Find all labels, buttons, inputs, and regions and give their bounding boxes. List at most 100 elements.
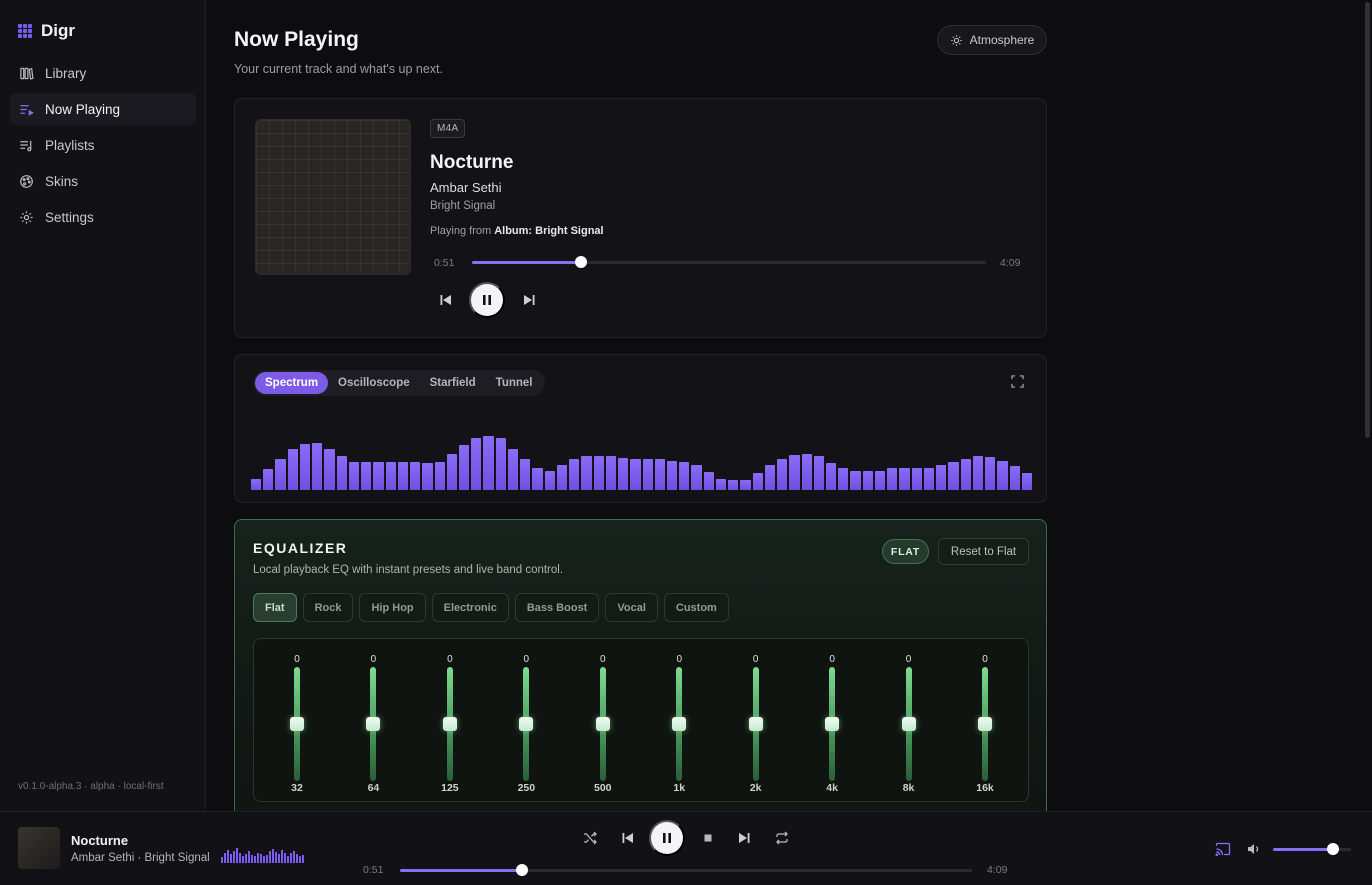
seek-bar-thumb[interactable] bbox=[575, 256, 588, 268]
eq-band-thumb[interactable] bbox=[519, 717, 534, 731]
visualizer-tabs: Spectrum Oscilloscope Starfield Tunnel bbox=[253, 370, 545, 396]
spectrum-bar bbox=[997, 460, 1008, 490]
eq-band-frequency: 1k bbox=[673, 782, 686, 794]
sidebar-item-library[interactable]: Library bbox=[10, 57, 196, 89]
skip-previous-icon[interactable] bbox=[620, 830, 636, 846]
eq-band-thumb[interactable] bbox=[901, 717, 916, 731]
volume-slider[interactable] bbox=[1273, 843, 1351, 855]
pause-button[interactable] bbox=[469, 282, 505, 318]
preset-vocal[interactable]: Vocal bbox=[605, 593, 658, 622]
spectrum-bar bbox=[826, 463, 837, 490]
preset-electronic[interactable]: Electronic bbox=[431, 593, 509, 622]
waveform-bar bbox=[302, 854, 304, 863]
tab-tunnel[interactable]: Tunnel bbox=[486, 372, 543, 394]
volume-thumb[interactable] bbox=[1327, 843, 1340, 855]
spectrum-bar bbox=[911, 467, 922, 490]
eq-band-thumb[interactable] bbox=[672, 717, 687, 731]
waveform-bar bbox=[227, 849, 229, 863]
eq-band-thumb[interactable] bbox=[442, 717, 457, 731]
eq-bands: 0 32 0 64 0 125 0 250 0 500 0 1k 0 2k 0 4k 0 8k 0 16k bbox=[253, 638, 1029, 802]
eq-band-thumb[interactable] bbox=[748, 717, 763, 731]
spectrum-bar bbox=[458, 445, 470, 490]
sidebar-nav: Library Now Playing Playlists Skins Sett… bbox=[10, 57, 196, 237]
eq-band-gain: 0 bbox=[599, 654, 606, 665]
spectrum-bar bbox=[654, 459, 665, 490]
tab-oscilloscope[interactable]: Oscilloscope bbox=[328, 372, 420, 394]
eq-band-thumb[interactable] bbox=[290, 717, 304, 731]
eq-band-frequency: 250 bbox=[517, 782, 536, 794]
reset-to-flat-button[interactable]: Reset to Flat bbox=[938, 538, 1029, 565]
waveform-bar bbox=[284, 852, 286, 863]
eq-band-frequency: 500 bbox=[594, 782, 612, 794]
tab-spectrum[interactable]: Spectrum bbox=[255, 372, 329, 394]
spectrum-bar bbox=[666, 460, 678, 490]
eq-band-64: 0 64 bbox=[353, 639, 393, 803]
preset-hip-hop[interactable]: Hip Hop bbox=[359, 593, 426, 622]
eq-band-thumb[interactable] bbox=[825, 717, 840, 731]
eq-band-gain: 0 bbox=[752, 654, 759, 665]
waveform-bar bbox=[269, 851, 271, 863]
eq-band-frequency: 2k bbox=[749, 782, 762, 794]
eq-band-thumb[interactable] bbox=[978, 717, 992, 731]
shuffle-icon[interactable] bbox=[582, 830, 598, 846]
spectrum-bar bbox=[985, 457, 996, 490]
playing-from-source[interactable]: Album: Bright Signal bbox=[494, 225, 603, 237]
skins-icon bbox=[20, 174, 33, 188]
atmosphere-button[interactable]: Atmosphere bbox=[937, 25, 1047, 55]
eq-band-gain: 0 bbox=[370, 654, 377, 665]
waveform-bar bbox=[257, 852, 259, 863]
mini-waveform bbox=[221, 848, 304, 863]
sidebar-item-settings[interactable]: Settings bbox=[10, 201, 196, 233]
cast-icon[interactable] bbox=[1215, 841, 1231, 857]
scrollbar-thumb[interactable] bbox=[1365, 2, 1370, 438]
spectrum-bar bbox=[1021, 472, 1032, 490]
brand[interactable]: Digr bbox=[18, 21, 75, 41]
eq-band-thumb[interactable] bbox=[595, 717, 610, 731]
preset-bass-boost[interactable]: Bass Boost bbox=[514, 593, 600, 622]
stop-icon[interactable] bbox=[700, 830, 716, 846]
app-name: Digr bbox=[41, 21, 75, 40]
spectrum-bar bbox=[287, 448, 298, 490]
tab-starfield[interactable]: Starfield bbox=[420, 372, 486, 394]
spectrum-bar bbox=[862, 471, 873, 490]
version-label: v0.1.0-alpha.3 · alpha · local-first bbox=[18, 781, 164, 792]
spectrum-bar bbox=[532, 467, 543, 490]
spectrum-bar bbox=[960, 458, 971, 490]
preset-custom[interactable]: Custom bbox=[663, 593, 729, 622]
sidebar-item-skins[interactable]: Skins bbox=[10, 165, 196, 197]
waveform-bar bbox=[296, 854, 298, 863]
sidebar-item-label: Settings bbox=[45, 209, 94, 225]
gear-icon bbox=[20, 210, 33, 224]
skip-next-icon[interactable] bbox=[521, 292, 537, 308]
waveform-bar bbox=[236, 848, 238, 863]
sidebar-item-now-playing[interactable]: Now Playing bbox=[10, 93, 196, 125]
player-seek-fill bbox=[400, 869, 522, 872]
spectrum-bar bbox=[434, 461, 445, 490]
skip-next-icon[interactable] bbox=[736, 830, 752, 846]
player-pause-button[interactable] bbox=[649, 820, 685, 856]
main-scrollbar[interactable] bbox=[1363, 0, 1372, 811]
player-seek-bar[interactable] bbox=[400, 864, 972, 876]
equalizer-title: EQUALIZER bbox=[253, 540, 348, 556]
eq-band-thumb[interactable] bbox=[366, 717, 381, 731]
sidebar-item-playlists[interactable]: Playlists bbox=[10, 129, 196, 161]
eq-band-frequency: 32 bbox=[291, 782, 303, 794]
repeat-icon[interactable] bbox=[774, 830, 790, 846]
spectrum-bar bbox=[507, 448, 519, 490]
waveform-bar bbox=[230, 854, 232, 863]
volume-icon[interactable] bbox=[1246, 841, 1262, 857]
spectrum-bar bbox=[972, 456, 984, 490]
player-seek-thumb[interactable] bbox=[515, 864, 528, 876]
preset-flat[interactable]: Flat bbox=[253, 593, 297, 622]
seek-bar[interactable] bbox=[472, 256, 986, 268]
track-artist[interactable]: Ambar Sethi bbox=[430, 180, 502, 195]
expand-icon[interactable] bbox=[1011, 375, 1024, 388]
track-album[interactable]: Bright Signal bbox=[430, 200, 495, 212]
eq-band-250: 0 250 bbox=[506, 639, 546, 803]
preset-rock[interactable]: Rock bbox=[302, 593, 354, 622]
skip-previous-icon[interactable] bbox=[438, 292, 454, 308]
eq-band-16k: 0 16k bbox=[965, 639, 1005, 803]
spectrum-bar bbox=[899, 467, 910, 490]
player-album-art[interactable] bbox=[18, 827, 60, 869]
eq-band-1k: 0 1k bbox=[659, 639, 699, 803]
